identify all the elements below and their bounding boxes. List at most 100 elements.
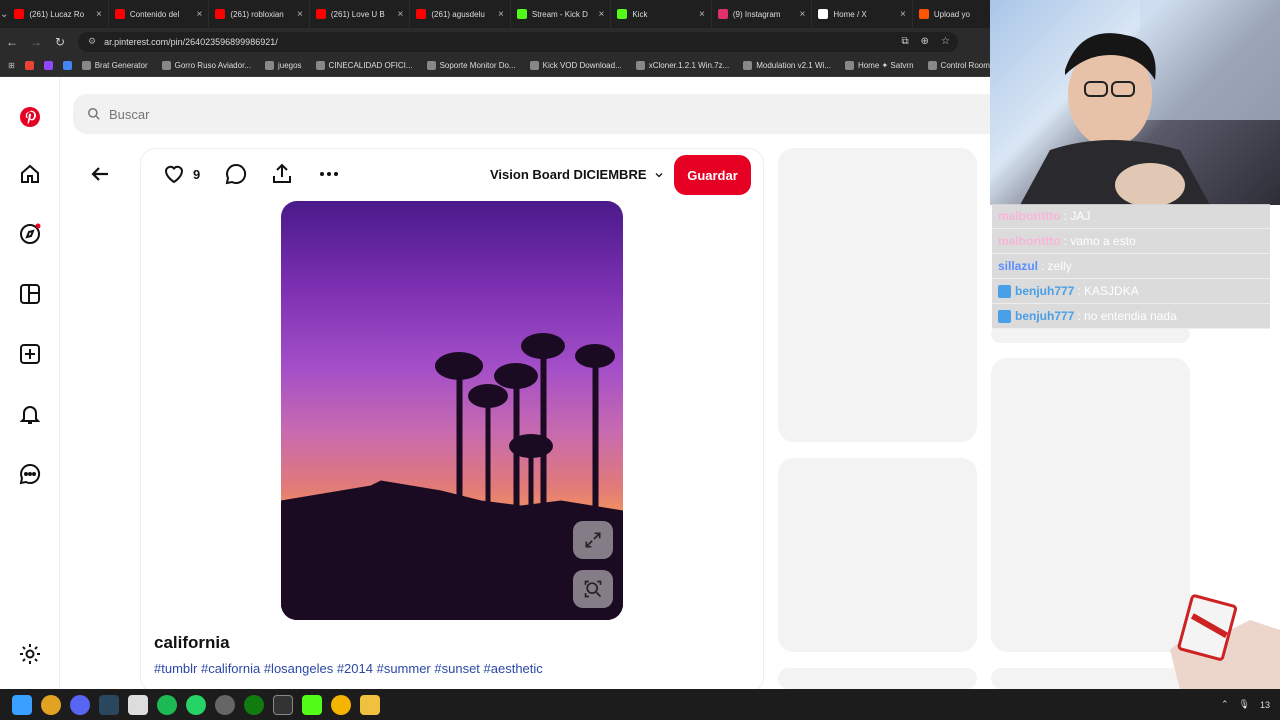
bookmark-label: Brat Generator xyxy=(94,61,148,70)
spotify-icon[interactable] xyxy=(157,694,177,715)
browser-tab[interactable]: (261) agusdelu × xyxy=(410,0,511,28)
microphone-icon[interactable]: 🎙 xyxy=(1239,699,1250,710)
close-tab-icon[interactable]: × xyxy=(699,9,705,20)
bookmark-item[interactable]: Modulation v2.1 Wi... xyxy=(743,61,831,70)
visual-search-icon[interactable] xyxy=(573,570,613,608)
browser-address-bar: ← → ↻ ⚙ ar.pinterest.com/pin/26402359689… xyxy=(0,28,990,55)
close-tab-icon[interactable]: × xyxy=(398,9,404,20)
browser-tab[interactable]: Kick × xyxy=(611,0,712,28)
search-input[interactable]: Buscar xyxy=(73,94,990,134)
browser-tab[interactable]: Stream - Kick D × xyxy=(511,0,612,28)
tray-chevron-icon[interactable]: ⌃ xyxy=(1221,699,1229,710)
kick-icon[interactable] xyxy=(302,694,322,715)
chat-username: malborittto xyxy=(998,209,1061,223)
messages-icon[interactable] xyxy=(18,462,42,486)
epic-games-icon[interactable] xyxy=(273,694,293,715)
chat-username: malborittto xyxy=(998,234,1061,248)
pinterest-logo-icon[interactable] xyxy=(18,105,42,129)
close-tab-icon[interactable]: × xyxy=(197,9,203,20)
site-info-icon[interactable]: ⚙ xyxy=(88,36,96,47)
chevron-down-icon xyxy=(655,172,662,177)
close-tab-icon[interactable]: × xyxy=(96,9,102,20)
bookmark-label: CINECALIDAD OFICI... xyxy=(328,61,413,70)
clock[interactable]: 13 xyxy=(1260,700,1270,710)
pinterest-sidebar xyxy=(0,77,60,689)
twitch-bookmark[interactable] xyxy=(43,61,53,70)
close-tab-icon[interactable]: × xyxy=(297,9,303,20)
tab-search-icon[interactable]: ⌄ xyxy=(0,0,8,28)
share-icon[interactable] xyxy=(270,162,294,186)
bookmark-item[interactable]: Gorro Ruso Aviador... xyxy=(161,61,251,70)
explore-icon[interactable] xyxy=(18,222,42,246)
file-explorer-icon[interactable] xyxy=(360,694,380,715)
browser-tab[interactable]: Home / X × xyxy=(812,0,913,28)
discord-icon[interactable] xyxy=(70,694,90,715)
bookmark-item[interactable]: Kick VOD Download... xyxy=(529,61,622,70)
settings-gear-icon[interactable] xyxy=(18,642,42,666)
close-tab-icon[interactable]: × xyxy=(800,9,806,20)
bookmark-icon xyxy=(81,61,91,70)
forward-nav-icon[interactable]: → xyxy=(24,35,48,49)
windows-start-icon[interactable] xyxy=(12,694,32,715)
bookmark-icon xyxy=(529,61,539,70)
chat-message: malborittto: JAJ xyxy=(992,204,1270,229)
drive-bookmark[interactable] xyxy=(62,61,72,70)
bookmark-item[interactable]: juegos xyxy=(264,61,302,70)
bookmark-item[interactable]: Soporte Monitor Do... xyxy=(426,61,516,70)
close-tab-icon[interactable]: × xyxy=(900,9,906,20)
bookmark-label: Gorro Ruso Aviador... xyxy=(174,61,251,70)
apps-icon[interactable]: ⊞ xyxy=(8,61,15,70)
steam-icon[interactable] xyxy=(99,694,119,715)
heart-icon[interactable] xyxy=(162,162,186,186)
tab-title: (261) agusdelu xyxy=(431,9,485,19)
expand-icon[interactable] xyxy=(573,521,613,559)
app-icon[interactable] xyxy=(331,694,351,715)
reload-icon[interactable]: ↻ xyxy=(48,35,72,49)
back-nav-icon[interactable]: ← xyxy=(0,35,24,49)
bookmark-star-icon[interactable]: ☆ xyxy=(941,36,950,47)
browser-tab[interactable]: (261) robloxian × xyxy=(209,0,310,28)
save-button[interactable]: Guardar xyxy=(674,155,751,195)
pin-hashtags[interactable]: #tumblr #california #losangeles #2014 #s… xyxy=(154,661,543,676)
whatsapp-icon[interactable] xyxy=(186,694,206,715)
notifications-icon[interactable] xyxy=(18,402,42,426)
comment-icon[interactable] xyxy=(224,162,248,186)
bookmark-item[interactable]: Home ✦ Satvrn xyxy=(844,61,914,70)
more-options-icon[interactable] xyxy=(317,162,341,186)
tab-favicon-icon xyxy=(416,9,427,19)
install-app-icon[interactable]: ⧉ xyxy=(902,36,909,47)
close-tab-icon[interactable]: × xyxy=(498,9,504,20)
xbox-icon[interactable] xyxy=(244,694,264,715)
home-icon[interactable] xyxy=(18,162,42,186)
back-arrow-icon[interactable] xyxy=(88,162,112,186)
browser-tab[interactable]: (261) Lucaz Ro × xyxy=(8,0,109,28)
tab-title: (261) Lucaz Ro xyxy=(29,9,85,19)
chat-text: : vamo a esto xyxy=(1063,234,1136,248)
url-field[interactable]: ⚙ ar.pinterest.com/pin/26402359689998692… xyxy=(78,31,958,52)
bookmark-item[interactable]: Brat Generator xyxy=(81,61,148,70)
gmail-bookmark[interactable] xyxy=(24,61,34,70)
pin-image[interactable] xyxy=(281,201,623,620)
board-selector[interactable]: Vision Board DICIEMBRE xyxy=(490,167,665,182)
bookmark-item[interactable]: CINECALIDAD OFICI... xyxy=(315,61,413,70)
pin-title: california xyxy=(154,633,230,652)
chat-message: sillazul: zelly xyxy=(992,254,1270,279)
browser-tab[interactable]: Contenido del × xyxy=(109,0,210,28)
bookmark-item[interactable]: xCloner.1.2.1 Win.7z... xyxy=(635,61,729,70)
related-pin-placeholder xyxy=(778,668,977,689)
boards-icon[interactable] xyxy=(18,282,42,306)
chrome-icon[interactable] xyxy=(41,694,61,715)
close-tab-icon[interactable]: × xyxy=(599,9,605,20)
tab-title: (9) Instagram xyxy=(732,9,781,19)
bookmarks-bar: ⊞ Brat Generator Gorro Ruso Aviador... jue… xyxy=(0,55,990,77)
browser-tab[interactable]: (261) Love U B × xyxy=(310,0,411,28)
browser-tab[interactable]: (9) Instagram × xyxy=(712,0,813,28)
tab-favicon-icon xyxy=(717,9,728,19)
zoom-icon[interactable]: ⊕ xyxy=(921,36,929,47)
chat-text: : KASJDKA xyxy=(1077,284,1139,298)
app-icon[interactable] xyxy=(215,694,235,715)
create-icon[interactable] xyxy=(18,342,42,366)
app-icon[interactable] xyxy=(128,694,148,715)
bookmark-item[interactable]: Control Room xyxy=(927,61,990,70)
bookmark-label: Kick VOD Download... xyxy=(542,61,622,70)
